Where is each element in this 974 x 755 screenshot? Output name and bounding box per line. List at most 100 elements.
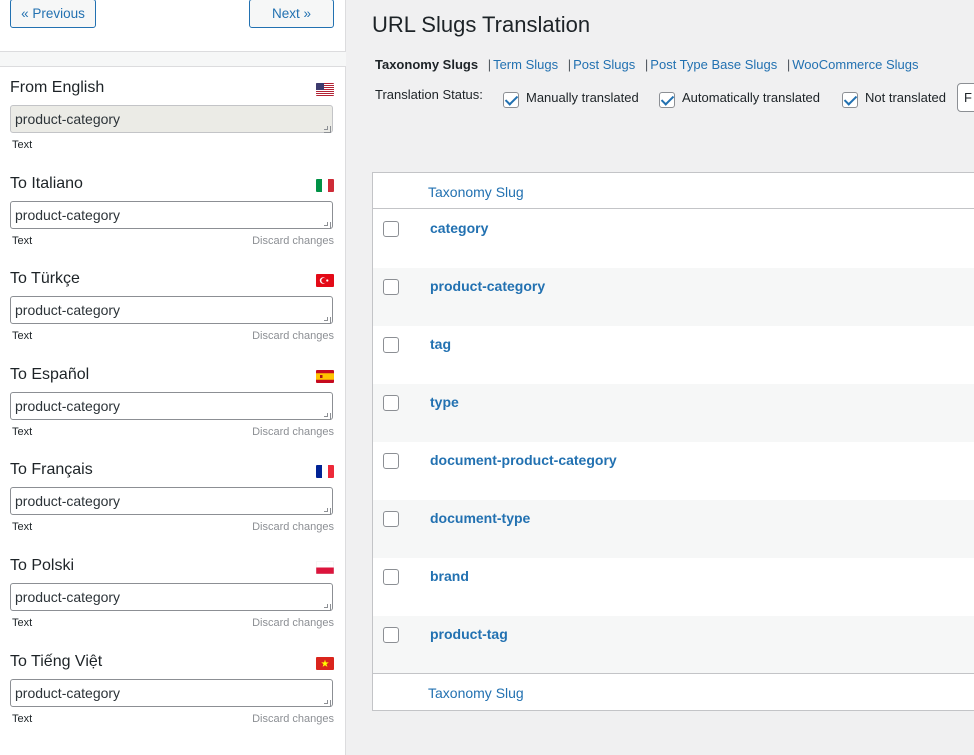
resize-handle-icon[interactable] (324, 413, 331, 420)
slug-link[interactable]: product-category (430, 278, 545, 294)
slug-link[interactable]: document-type (430, 510, 530, 526)
language-title: To Tiếng Việt (10, 653, 103, 670)
table-footer: Taxonomy Slug (373, 673, 974, 710)
row-checkbox[interactable] (383, 337, 399, 353)
row-checkbox[interactable] (383, 627, 399, 643)
row-checkbox[interactable] (383, 395, 399, 411)
row-checkbox[interactable] (383, 221, 399, 237)
row-checkbox[interactable] (383, 279, 399, 295)
source-language-block: From English product-category Text (10, 78, 334, 174)
slug-link[interactable]: document-product-category (430, 452, 617, 468)
source-slug-field: product-category (10, 105, 333, 133)
status-option-label: Automatically translated (682, 90, 821, 105)
language-title: To Español (10, 366, 90, 383)
checkbox-checked-icon[interactable] (659, 91, 675, 108)
slug-link[interactable]: tag (430, 336, 451, 352)
next-button[interactable]: Next » (249, 0, 334, 28)
discard-changes-link[interactable]: Discard changes (252, 426, 334, 438)
us-flag-icon (316, 83, 334, 96)
resize-handle-icon[interactable] (324, 317, 331, 324)
status-option-automatically-translated[interactable]: Automatically translated (659, 89, 820, 109)
language-title: To Polski (10, 557, 75, 574)
slug-link[interactable]: brand (430, 568, 469, 584)
table-row: product-category (373, 268, 974, 326)
status-option-manually-translated[interactable]: Manually translated (503, 89, 639, 109)
source-language-title: From English (10, 79, 105, 96)
discard-changes-link[interactable]: Discard changes (252, 617, 334, 629)
resize-handle-icon[interactable] (324, 222, 331, 229)
spain-flag-icon (316, 370, 334, 383)
field-type-label: Text (12, 235, 33, 247)
resize-handle-icon (324, 126, 331, 133)
translation-input-espanol[interactable]: product-category (10, 392, 333, 420)
language-title: To Türkçe (10, 270, 80, 287)
row-checkbox[interactable] (383, 453, 399, 469)
translation-input-francais[interactable]: product-category (10, 487, 333, 515)
status-option-not-translated[interactable]: Not translated (842, 89, 946, 109)
filter-button[interactable]: F (957, 83, 974, 112)
resize-handle-icon[interactable] (324, 700, 331, 707)
field-type-label: Text (12, 330, 33, 342)
poland-flag-icon (316, 561, 334, 574)
table-row: type (373, 384, 974, 442)
slug-type-subnav: Taxonomy Slugs | Term Slugs | Post Slugs |… (375, 57, 919, 72)
language-title: To Italiano (10, 175, 83, 192)
resize-handle-icon[interactable] (324, 508, 331, 515)
checkbox-checked-icon[interactable] (842, 91, 858, 108)
field-type-label: Text (12, 617, 33, 629)
subnav-link-woocommerce-slugs[interactable]: WooCommerce Slugs (792, 57, 918, 72)
slug-link[interactable]: category (430, 220, 488, 236)
table-row: product-tag (373, 616, 974, 674)
discard-changes-link[interactable]: Discard changes (252, 330, 334, 342)
language-title: To Français (10, 461, 93, 478)
translation-block-italiano: To Italiano product-category Text Discar… (10, 174, 334, 270)
row-checkbox[interactable] (383, 569, 399, 585)
column-footer-taxonomy-slug[interactable]: Taxonomy Slug (428, 685, 524, 701)
translation-input-polski[interactable]: product-category (10, 583, 333, 611)
translation-input-turkce[interactable]: product-category (10, 296, 333, 324)
row-checkbox[interactable] (383, 511, 399, 527)
page-title: URL Slugs Translation (372, 12, 591, 37)
field-type-label: Text (12, 426, 33, 438)
discard-changes-link[interactable]: Discard changes (252, 235, 334, 247)
translation-block-espanol: To Español product-category Text Discard… (10, 365, 334, 461)
italy-flag-icon (316, 179, 334, 192)
subnav-link-term-slugs[interactable]: Term Slugs (493, 57, 558, 72)
table-row: brand (373, 558, 974, 616)
france-flag-icon (316, 465, 334, 478)
main-content: URL Slugs Translation Taxonomy Slugs | Te… (347, 0, 974, 755)
field-type-label: Text (12, 521, 33, 533)
vietnam-flag-icon (316, 657, 334, 670)
editor-nav-bar: « Previous Next » (0, 0, 346, 51)
translation-block-turkce: To Türkçe product-category Text Discard … (10, 269, 334, 365)
subnav-link-post-slugs[interactable]: Post Slugs (573, 57, 635, 72)
checkbox-checked-icon[interactable] (503, 91, 519, 108)
translation-input-italiano[interactable]: product-category (10, 201, 333, 229)
discard-changes-link[interactable]: Discard changes (252, 713, 334, 725)
table-row: document-product-category (373, 442, 974, 500)
discard-changes-link[interactable]: Discard changes (252, 521, 334, 533)
slug-link[interactable]: type (430, 394, 459, 410)
table-header: Taxonomy Slug (373, 173, 974, 209)
translation-block-polski: To Polski product-category Text Discard … (10, 556, 334, 652)
table-row: document-type (373, 500, 974, 558)
taxonomy-slugs-table: Taxonomy Slug category product-category … (372, 172, 974, 711)
translation-editor-panel: « Previous Next » From English product-c… (0, 0, 346, 755)
translation-input-tieng-viet[interactable]: product-category (10, 679, 333, 707)
translation-block-tieng-viet: To Tiếng Việt product-category Text Disc… (10, 652, 334, 748)
subnav-current-taxonomy-slugs: Taxonomy Slugs (375, 57, 479, 72)
field-type-label: Text (12, 713, 33, 725)
previous-button[interactable]: « Previous (10, 0, 96, 28)
column-header-taxonomy-slug[interactable]: Taxonomy Slug (428, 184, 524, 200)
status-option-label: Manually translated (526, 90, 639, 105)
translation-status-label: Translation Status: (375, 87, 483, 102)
turkey-flag-icon (316, 274, 334, 287)
status-option-label: Not translated (865, 90, 946, 105)
editor-divider (0, 51, 346, 67)
slug-link[interactable]: product-tag (430, 626, 508, 642)
subnav-link-post-type-base-slugs[interactable]: Post Type Base Slugs (650, 57, 777, 72)
table-row: category (373, 210, 974, 268)
translation-block-francais: To Français product-category Text Discar… (10, 460, 334, 556)
resize-handle-icon[interactable] (324, 604, 331, 611)
table-row: tag (373, 326, 974, 384)
